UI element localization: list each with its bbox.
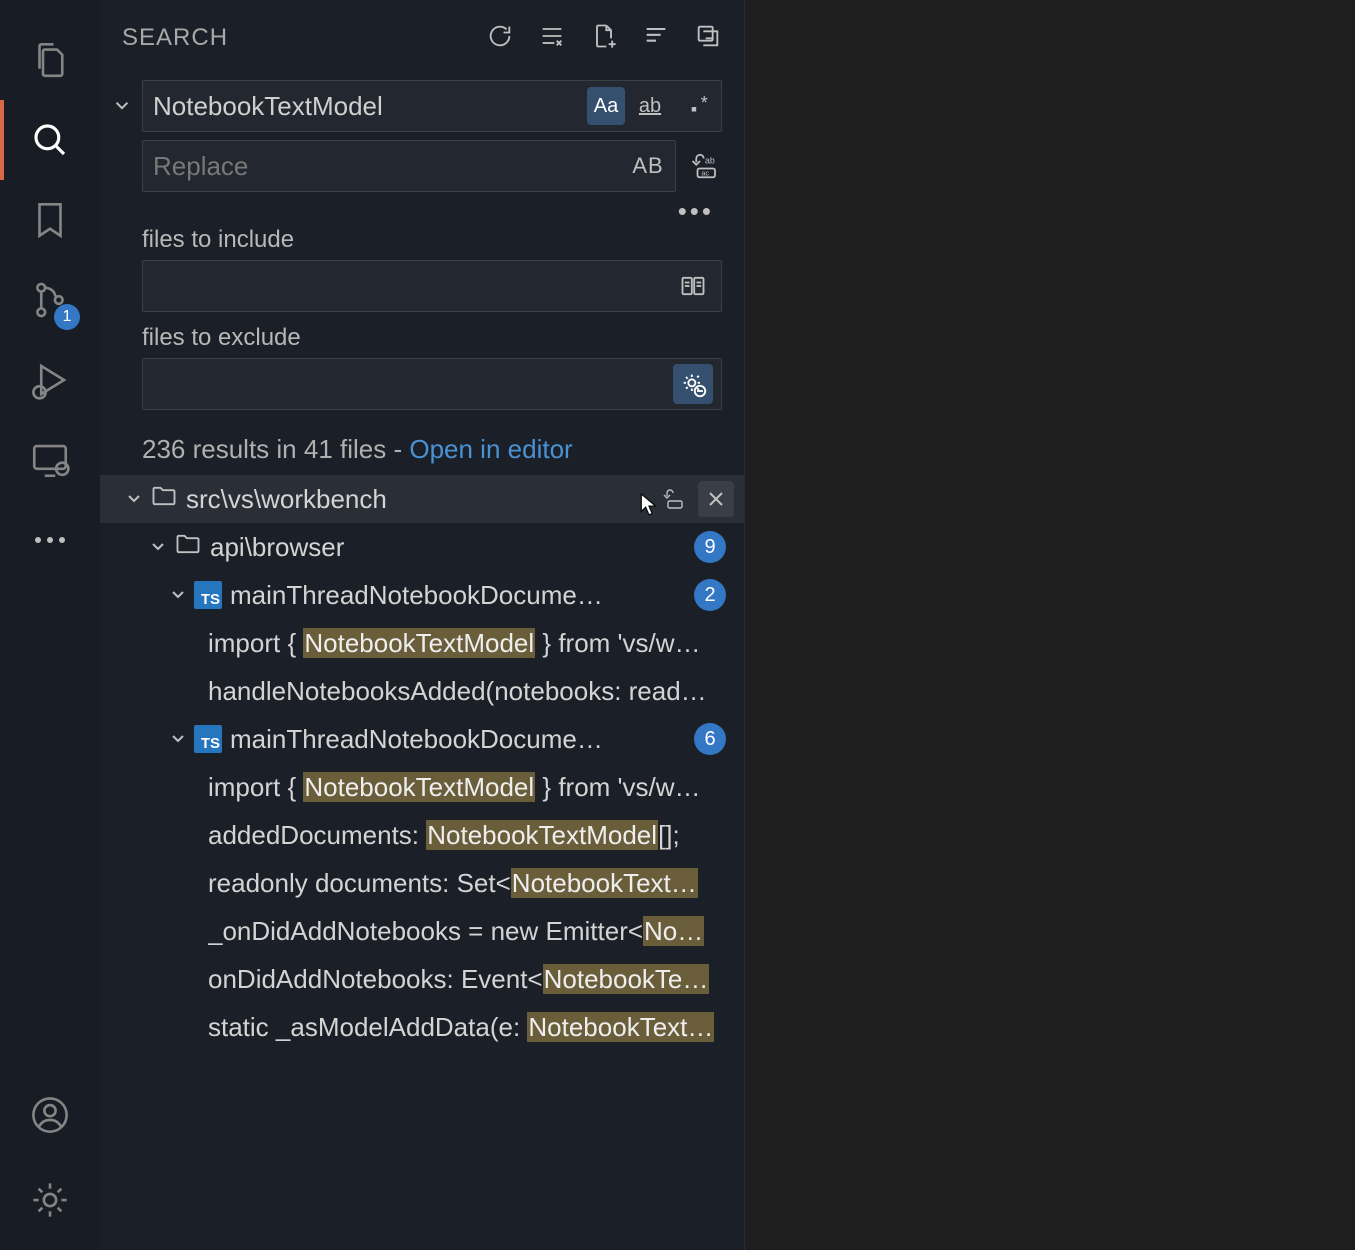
whole-word-toggle[interactable]: ab bbox=[631, 87, 669, 125]
sidebar-header: SEARCH bbox=[100, 0, 744, 70]
result-folder-root[interactable]: src\vs\workbench bbox=[100, 475, 744, 523]
search-sidebar: SEARCH Aa ab ▪* AB bbox=[100, 0, 745, 1250]
open-in-editor-link[interactable]: Open in editor bbox=[409, 434, 572, 464]
replace-all-icon[interactable]: ab ac bbox=[688, 149, 722, 183]
remote-explorer-icon[interactable] bbox=[0, 420, 100, 500]
toggle-search-details-icon[interactable]: ••• bbox=[100, 196, 744, 222]
files-include-label: files to include bbox=[100, 222, 744, 260]
clear-results-icon[interactable] bbox=[538, 22, 566, 55]
use-exclude-settings-icon[interactable] bbox=[673, 364, 713, 404]
match-line[interactable]: _onDidAddNotebooks = new Emitter<No… bbox=[100, 907, 744, 955]
files-include-input[interactable] bbox=[153, 272, 673, 300]
match-count-badge: 6 bbox=[694, 723, 726, 755]
match-count-badge: 2 bbox=[694, 579, 726, 611]
bookmark-icon[interactable] bbox=[0, 180, 100, 260]
result-file[interactable]: TS mainThreadNotebookDocuments.ts 2 bbox=[100, 571, 744, 619]
folder-icon bbox=[174, 530, 202, 565]
dismiss-icon[interactable] bbox=[698, 481, 734, 517]
typescript-file-icon: TS bbox=[194, 581, 222, 609]
files-exclude-input[interactable] bbox=[153, 370, 673, 398]
source-control-icon[interactable]: 1 bbox=[0, 260, 100, 340]
run-debug-icon[interactable] bbox=[0, 340, 100, 420]
use-include-file-icon[interactable] bbox=[673, 266, 713, 306]
regex-toggle[interactable]: ▪* bbox=[675, 90, 713, 128]
result-file[interactable]: TS mainThreadNotebookDocuments… 6 bbox=[100, 715, 744, 763]
more-icon[interactable] bbox=[0, 500, 100, 580]
match-count-badge: 9 bbox=[694, 531, 726, 563]
folder-path: api\browser bbox=[210, 532, 344, 563]
collapse-all-icon[interactable] bbox=[694, 22, 722, 55]
files-exclude-label: files to exclude bbox=[100, 320, 744, 358]
chevron-down-icon[interactable] bbox=[162, 727, 194, 751]
source-control-badge: 1 bbox=[54, 304, 80, 330]
match-line[interactable]: handleNotebooksAdded(notebooks: read… bbox=[100, 667, 744, 715]
search-activity-icon[interactable] bbox=[0, 100, 100, 180]
folder-path: src\vs\workbench bbox=[186, 484, 387, 515]
match-line[interactable]: import { NotebookTextModel } from 'vs/w… bbox=[100, 763, 744, 811]
chevron-down-icon[interactable] bbox=[142, 535, 174, 559]
match-line[interactable]: onDidAddNotebooks: Event<NotebookTe… bbox=[100, 955, 744, 1003]
refresh-icon[interactable] bbox=[486, 22, 514, 55]
replace-folder-icon[interactable] bbox=[656, 481, 692, 517]
replace-input-wrap: AB bbox=[142, 140, 676, 192]
svg-text:ac: ac bbox=[701, 168, 709, 177]
results-summary: 236 results in 41 files - Open in editor bbox=[100, 418, 744, 475]
file-name: mainThreadNotebookDocuments.ts bbox=[230, 580, 610, 611]
search-input-wrap: Aa ab ▪* bbox=[142, 80, 722, 132]
match-case-toggle[interactable]: Aa bbox=[587, 87, 625, 125]
preserve-case-toggle[interactable]: AB bbox=[629, 147, 667, 185]
sidebar-title: SEARCH bbox=[122, 24, 228, 52]
match-line[interactable]: readonly documents: Set<NotebookText… bbox=[100, 859, 744, 907]
explorer-icon[interactable] bbox=[0, 20, 100, 100]
folder-icon bbox=[150, 482, 178, 517]
match-line[interactable]: addedDocuments: NotebookTextModel[]; bbox=[100, 811, 744, 859]
chevron-down-icon[interactable] bbox=[118, 487, 150, 511]
account-icon[interactable] bbox=[29, 1090, 71, 1140]
result-folder[interactable]: api\browser 9 bbox=[100, 523, 744, 571]
replace-input[interactable] bbox=[153, 151, 629, 182]
svg-text:ab: ab bbox=[705, 156, 715, 166]
settings-gear-icon[interactable] bbox=[29, 1175, 71, 1225]
match-line[interactable]: static _asModelAddData(e: NotebookText… bbox=[100, 1003, 744, 1051]
new-search-editor-icon[interactable] bbox=[590, 22, 618, 55]
toggle-replace-icon[interactable] bbox=[108, 93, 136, 119]
file-name: mainThreadNotebookDocuments… bbox=[230, 724, 610, 755]
activity-bar: 1 bbox=[0, 0, 100, 1250]
chevron-down-icon[interactable] bbox=[162, 583, 194, 607]
search-header-actions bbox=[486, 22, 722, 55]
match-line[interactable]: import { NotebookTextModel } from 'vs/w… bbox=[100, 619, 744, 667]
view-as-tree-icon[interactable] bbox=[642, 22, 670, 55]
search-input[interactable] bbox=[153, 91, 587, 122]
results-tree: src\vs\workbench api\browser 9 TS mainTh… bbox=[100, 475, 744, 1250]
typescript-file-icon: TS bbox=[194, 725, 222, 753]
editor-area bbox=[745, 0, 1355, 1250]
